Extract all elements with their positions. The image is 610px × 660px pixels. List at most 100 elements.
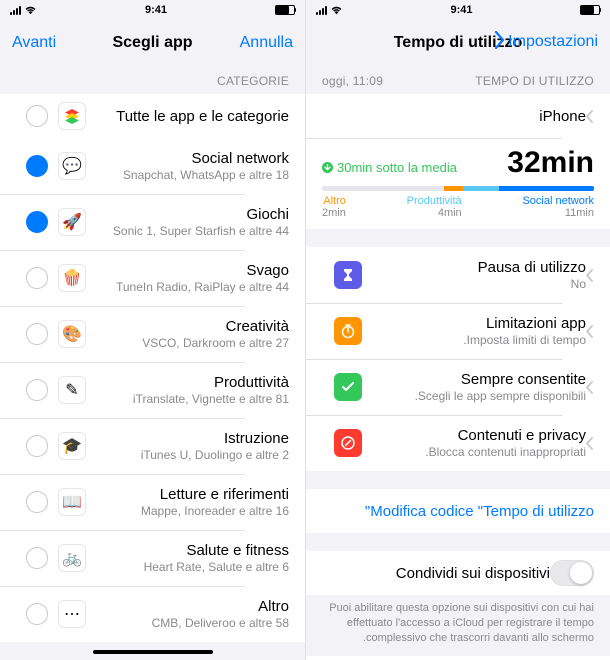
- category-title: Giochi: [86, 206, 289, 223]
- chevron-left-icon: [586, 269, 594, 282]
- usage-bar: [322, 186, 594, 191]
- category-row[interactable]: ⋯AltroCMB, Deliveroo e altre 58: [0, 586, 305, 642]
- usage-summary: 32min 30min sotto la media Social networ…: [306, 138, 610, 229]
- battery-icon: [580, 5, 600, 15]
- category-row[interactable]: 🎓IstruzioneiTunes U, Duolingo e altre 2: [0, 418, 305, 474]
- feature-row[interactable]: Limitazioni appImposta limiti di tempo.: [306, 303, 610, 359]
- edit-code-row[interactable]: Modifica codice "Tempo di utilizzo": [306, 489, 610, 533]
- category-row[interactable]: 🚲Salute e fitnessHeart Rate, Salute e al…: [0, 530, 305, 586]
- radio-checked-icon[interactable]: [26, 155, 48, 177]
- legend-value: 11min: [565, 207, 594, 219]
- category-sub: Snapchat, WhatsApp e altre 18: [86, 168, 289, 182]
- share-footnote: Puoi abilitare questa opzione sui dispos…: [306, 595, 610, 656]
- radio-unchecked-icon[interactable]: [26, 547, 48, 569]
- feature-row[interactable]: Sempre consentiteScegli le app sempre di…: [306, 359, 610, 415]
- radio-checked-icon[interactable]: [26, 211, 48, 233]
- legend-label: Social network: [522, 195, 594, 207]
- category-icon: ⋯: [58, 600, 86, 628]
- share-label: Condividi sui dispositivi: [322, 565, 550, 582]
- radio-unchecked-icon[interactable]: [26, 491, 48, 513]
- category-title: Svago: [86, 262, 289, 279]
- legend-item: Altro2min: [322, 195, 346, 219]
- category-row[interactable]: ✎ProduttivitàiTranslate, Vignette e altr…: [0, 362, 305, 418]
- category-icon: 🎨: [58, 320, 86, 348]
- all-apps-row[interactable]: Tutte le app e le categorie: [0, 94, 305, 138]
- cancel-button[interactable]: Annulla: [240, 34, 293, 51]
- category-row[interactable]: 🍿SvagoTuneIn Radio, RaiPlay e altre 44: [0, 250, 305, 306]
- wifi-icon: [330, 6, 343, 15]
- cellular-signal-icon: [10, 6, 21, 15]
- category-sub: Mappe, Inoreader e altre 16: [86, 504, 289, 518]
- category-row[interactable]: 💬Social networkSnapchat, WhatsApp e altr…: [0, 138, 305, 194]
- no-entry-icon: [334, 429, 362, 457]
- usage-segment: [463, 186, 498, 191]
- share-devices-row: Condividi sui dispositivi: [306, 551, 610, 595]
- category-title: Produttività: [86, 374, 289, 391]
- device-row[interactable]: iPhone: [306, 94, 610, 138]
- home-indicator[interactable]: [93, 650, 213, 654]
- category-sub: iTranslate, Vignette e altre 81: [86, 392, 289, 406]
- feature-title: Contenuti e privacy: [362, 427, 586, 444]
- radio-unchecked-icon[interactable]: [26, 435, 48, 457]
- legend-item: Social network11min: [522, 195, 594, 219]
- next-button[interactable]: Avanti: [12, 34, 56, 51]
- check-icon: [334, 373, 362, 401]
- feature-row[interactable]: Pausa di utilizzoNo: [306, 247, 610, 303]
- edit-code-label: Modifica codice "Tempo di utilizzo": [322, 503, 594, 520]
- radio-unchecked-icon[interactable]: [26, 105, 48, 127]
- chevron-right-icon: [493, 31, 504, 54]
- radio-unchecked-icon[interactable]: [26, 267, 48, 289]
- usage-segment: [444, 186, 463, 191]
- feature-sub: Blocca contenuti inappropriati.: [362, 445, 586, 459]
- total-time: 32min: [507, 146, 594, 180]
- battery-icon: [275, 5, 295, 15]
- family-row[interactable]: Imposta tempo di utilizzo "In famiglia": [306, 656, 610, 660]
- legend-label: Produttività: [407, 195, 462, 207]
- category-icon: 💬: [58, 152, 86, 180]
- usage-legend: Social network11min Produttività4min Altro…: [322, 195, 594, 219]
- nav-bar: Impostazioni Tempo di utilizzo: [306, 20, 610, 64]
- category-sub: Heart Rate, Salute e altre 6: [86, 560, 289, 574]
- section-timestamp: oggi, 11:09: [322, 74, 383, 88]
- category-row[interactable]: 🚀GiochiSonic 1, Super Starfish e altre 4…: [0, 194, 305, 250]
- radio-unchecked-icon[interactable]: [26, 379, 48, 401]
- category-row[interactable]: 📖Letture e riferimentiMappe, Inoreader e…: [0, 474, 305, 530]
- category-row[interactable]: 🎨CreativitàVSCO, Darkroom e altre 27: [0, 306, 305, 362]
- radio-unchecked-icon[interactable]: [26, 603, 48, 625]
- section-header: CATEGORIE: [0, 64, 305, 94]
- device-name: iPhone: [322, 108, 586, 125]
- category-title: Creatività: [86, 318, 289, 335]
- nav-back-label: Impostazioni: [508, 33, 598, 51]
- wifi-icon: [24, 6, 37, 15]
- section-label: CATEGORIE: [217, 74, 289, 88]
- timer-icon: [334, 317, 362, 345]
- usage-segment: [499, 186, 594, 191]
- feature-title: Sempre consentite: [362, 371, 586, 388]
- chevron-left-icon: [586, 110, 594, 123]
- category-icon: ✎: [58, 376, 86, 404]
- legend-label: Altro: [322, 195, 346, 207]
- category-icon: 🚲: [58, 544, 86, 572]
- status-time: 9:41: [450, 4, 472, 16]
- nav-back-button[interactable]: Impostazioni: [493, 31, 598, 54]
- share-toggle[interactable]: [550, 560, 594, 586]
- choose-apps-screen: 9:41 Annulla Scegli app Avanti CATEGORIE…: [0, 0, 305, 660]
- legend-item: Produttività4min: [407, 195, 462, 219]
- feature-sub: Scegli le app sempre disponibili.: [362, 389, 586, 403]
- category-title: Social network: [86, 150, 289, 167]
- chevron-left-icon: [586, 437, 594, 450]
- category-icon: 🎓: [58, 432, 86, 460]
- category-sub: CMB, Deliveroo e altre 58: [86, 616, 289, 630]
- section-header: TEMPO DI UTILIZZO oggi, 11:09: [306, 64, 610, 94]
- nav-title: Scegli app: [112, 34, 192, 51]
- section-label: TEMPO DI UTILIZZO: [475, 74, 594, 88]
- hourglass-icon: [334, 261, 362, 289]
- chevron-left-icon: [586, 325, 594, 338]
- category-sub: iTunes U, Duolingo e altre 2: [86, 448, 289, 462]
- screentime-settings-screen: 9:41 Impostazioni Tempo di utilizzo TEMP…: [305, 0, 610, 660]
- feature-title: Limitazioni app: [362, 315, 586, 332]
- status-bar: 9:41: [0, 0, 305, 20]
- status-bar: 9:41: [306, 0, 610, 20]
- feature-row[interactable]: Contenuti e privacyBlocca contenuti inap…: [306, 415, 610, 471]
- radio-unchecked-icon[interactable]: [26, 323, 48, 345]
